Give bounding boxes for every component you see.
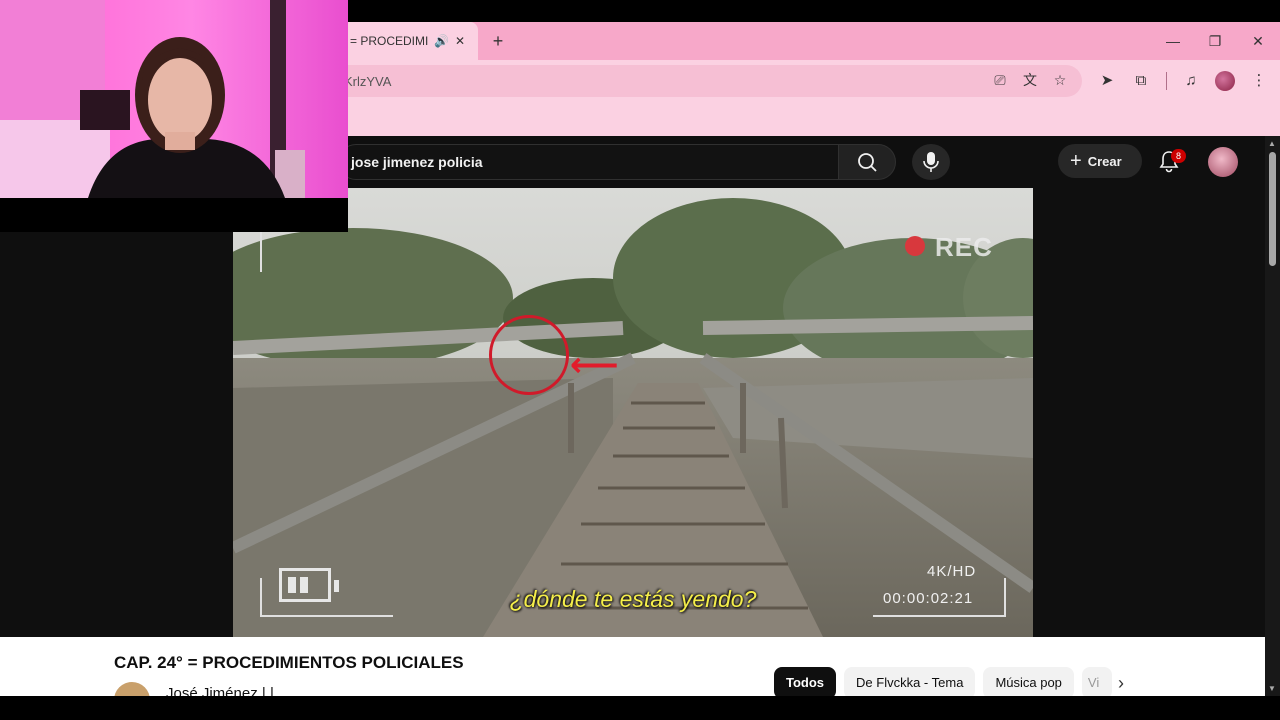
video-title: CAP. 24° = PROCEDIMIENTOS POLICIALES [114, 653, 464, 672]
red-arrow-annotation: ⟵ [570, 346, 619, 384]
chip-de-flvckka[interactable]: De Flvckka - Tema [844, 667, 976, 699]
media-control-icon[interactable]: ♫ [1180, 70, 1202, 92]
voice-search-button[interactable] [912, 144, 950, 180]
browser-tab-active[interactable]: = PROCEDIMIENTOS POLICIALES 🔊 ✕ [340, 22, 478, 60]
speaker-icon[interactable]: 🔊 [434, 34, 449, 48]
quality-label: 4K/HD [927, 563, 977, 580]
recommendation-chips: Todos De Flvckka - Tema Música pop Vi [774, 667, 1112, 699]
tab-title: = PROCEDIMIENTOS POLICIALES [350, 34, 428, 48]
browser-menu-icon[interactable]: ⋮ [1248, 70, 1270, 92]
bookmark-star-icon[interactable]: ☆ [1050, 70, 1070, 90]
minimize-button[interactable]: — [1158, 30, 1188, 52]
maximize-button[interactable]: ❐ [1200, 30, 1230, 52]
microphone-icon [923, 152, 939, 172]
extensions-puzzle-icon[interactable]: ⧉ [1130, 70, 1152, 92]
red-circle-annotation [489, 315, 569, 395]
youtube-account-avatar[interactable] [1208, 147, 1238, 177]
chevron-right-icon[interactable]: › [1118, 673, 1124, 694]
search-button[interactable] [838, 144, 896, 180]
video-player[interactable]: ⟵ REC 4K/HD 00:00:02:21 ¿dónde te estás … [233, 188, 1033, 637]
search-input[interactable]: jose jimenez policia [338, 144, 838, 180]
webcam-overlay [0, 0, 348, 198]
video-subtitle: ¿dónde te estás yendo? [509, 586, 757, 612]
cast-icon[interactable]: ⎚ [990, 70, 1010, 90]
notification-count-badge: 8 [1171, 149, 1186, 163]
video-info-section: CAP. 24° = PROCEDIMIENTOS POLICIALES Jos… [0, 637, 1265, 718]
toolbar-divider [1166, 72, 1167, 90]
page-scrollbar[interactable]: ▲ ▼ [1265, 136, 1280, 696]
screen: = PROCEDIMIENTOS POLICIALES 🔊 ✕ + — ❐ ✕ … [0, 0, 1280, 720]
translate-icon[interactable]: 文 [1020, 70, 1040, 90]
search-icon [858, 153, 877, 172]
create-label: Crear [1087, 153, 1122, 169]
plus-icon: + [1070, 150, 1082, 172]
cursor-extension-icon[interactable]: ➤ [1096, 70, 1118, 92]
close-window-button[interactable]: ✕ [1243, 30, 1273, 52]
scroll-up-icon[interactable]: ▲ [1268, 139, 1276, 148]
new-tab-button[interactable]: + [486, 29, 510, 53]
rec-label: REC [935, 232, 993, 262]
webcam-streamer-image [0, 0, 305, 198]
chip-todos[interactable]: Todos [774, 667, 837, 699]
webcam-letterbox [0, 198, 348, 232]
chip-musica-pop[interactable]: Música pop [983, 667, 1074, 699]
url-text: KrlzYVA [344, 73, 392, 89]
scroll-down-icon[interactable]: ▼ [1268, 684, 1276, 693]
chip-partial[interactable]: Vi [1081, 667, 1112, 699]
browser-profile-avatar[interactable] [1215, 71, 1235, 91]
scrollbar-thumb[interactable] [1269, 152, 1276, 266]
recording-dot-icon [905, 236, 925, 256]
bottom-letterbox [0, 696, 1280, 720]
search-query-text: jose jimenez policia [351, 154, 483, 170]
address-bar[interactable]: KrlzYVA [330, 65, 1082, 97]
create-button[interactable]: + Crear [1058, 144, 1142, 178]
tab-close-icon[interactable]: ✕ [455, 34, 465, 48]
